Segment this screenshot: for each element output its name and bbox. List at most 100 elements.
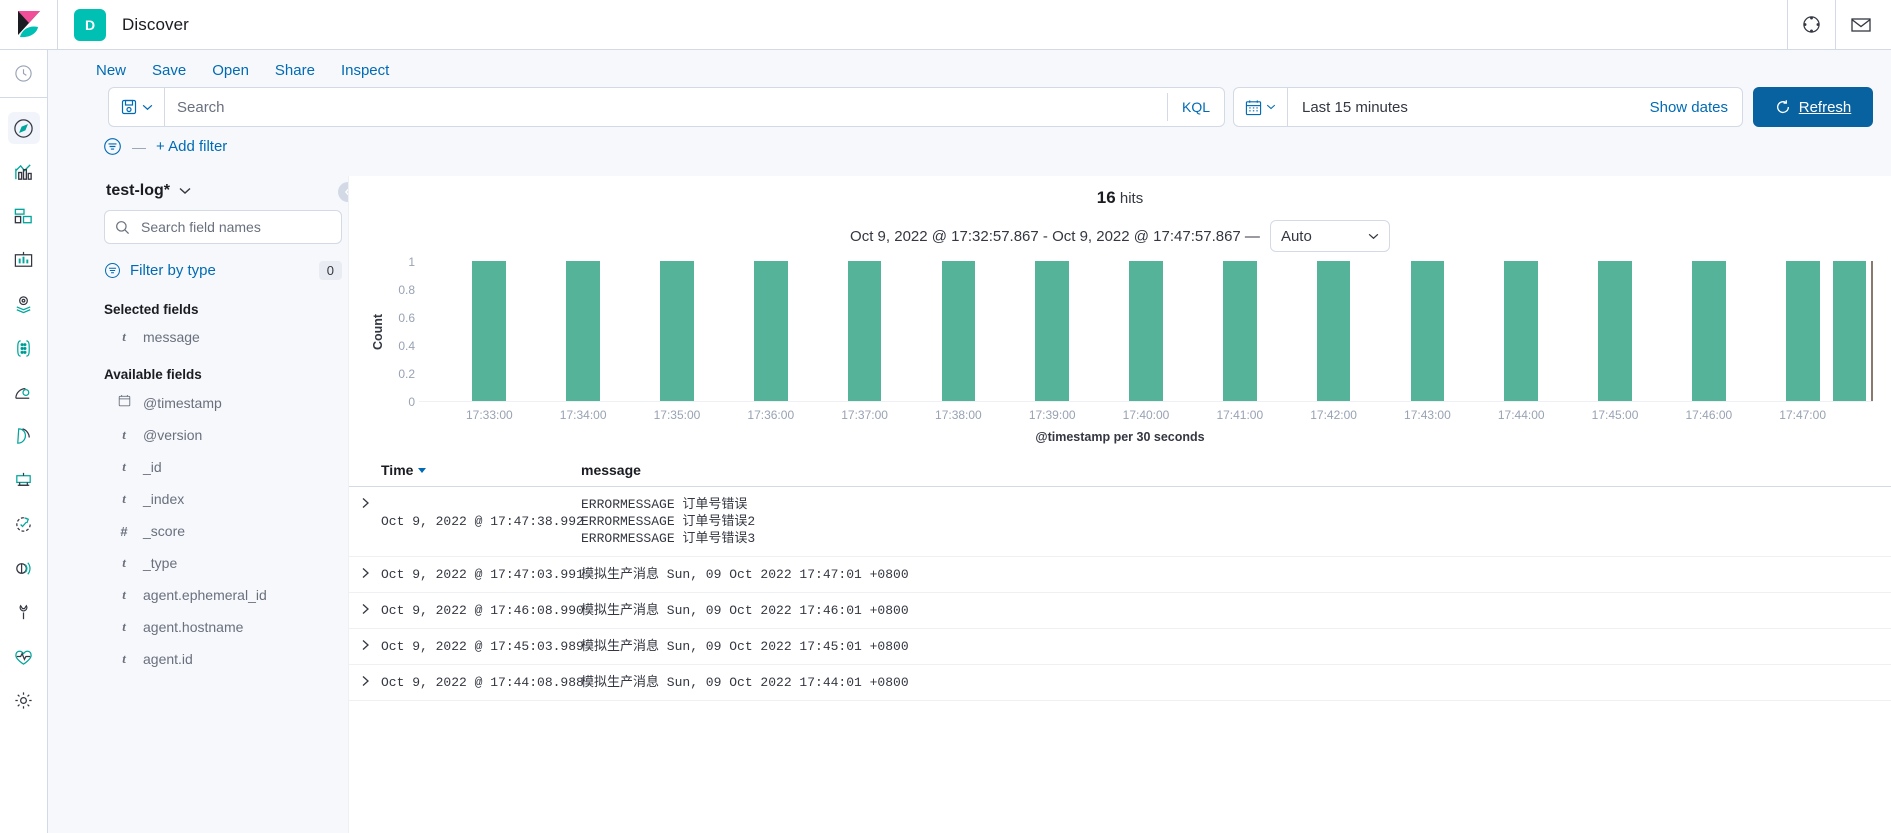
discover-histogram[interactable]: Count 0 0.2 0.4 0.6 0.8 1 17:33:00 17:34:00 17:… bbox=[349, 252, 1891, 444]
histogram-bar[interactable] bbox=[566, 261, 601, 401]
sidebar-item-maps[interactable] bbox=[8, 288, 40, 320]
field-item-version[interactable]: t @version bbox=[64, 419, 336, 451]
field-item-timestamp[interactable]: @timestamp bbox=[64, 386, 336, 419]
field-item-agent-id[interactable]: t agent.id bbox=[64, 643, 336, 675]
field-item-message[interactable]: t message bbox=[64, 321, 336, 353]
filter-by-type-button[interactable]: Filter by type 0 bbox=[104, 252, 342, 288]
chevron-right-icon[interactable] bbox=[349, 566, 381, 583]
filter-type-count-badge: 0 bbox=[318, 260, 342, 280]
topnav-new[interactable]: New bbox=[96, 62, 126, 79]
histogram-bar[interactable] bbox=[1222, 261, 1257, 401]
collapse-sidebar-button[interactable] bbox=[338, 182, 348, 202]
filter-by-type-label: Filter by type bbox=[130, 261, 216, 279]
chevron-right-icon[interactable] bbox=[349, 638, 381, 655]
sidebar-item-dev-tools[interactable] bbox=[8, 596, 40, 628]
table-row[interactable]: Oct 9, 2022 @ 17:46:08.990 模拟生产消息 Sun, 09… bbox=[349, 593, 1891, 629]
histogram-bar[interactable] bbox=[1832, 261, 1867, 401]
message-line: 模拟生产消息 Sun, 09 Oct 2022 17:45:01 +0800 bbox=[581, 639, 909, 654]
sidebar-item-monitoring[interactable] bbox=[8, 640, 40, 672]
clock-icon[interactable] bbox=[0, 50, 48, 98]
app-badge: D bbox=[74, 8, 106, 41]
field-item-agent-ephemeral-id[interactable]: t agent.ephemeral_id bbox=[64, 579, 336, 611]
table-row[interactable]: Oct 9, 2022 @ 17:47:03.991 模拟生产消息 Sun, 09… bbox=[349, 557, 1891, 593]
sidebar-item-dashboard[interactable] bbox=[8, 200, 40, 232]
histogram-bar[interactable] bbox=[1504, 261, 1539, 401]
refresh-button[interactable]: Refresh bbox=[1753, 87, 1873, 127]
x-axis-tick: 17:44:00 bbox=[1497, 408, 1545, 422]
histogram-bar[interactable] bbox=[472, 261, 507, 401]
sidebar-item-management[interactable] bbox=[8, 684, 40, 716]
search-field-names-input[interactable] bbox=[139, 218, 331, 236]
query-language-button[interactable]: KQL bbox=[1166, 93, 1224, 121]
mail-icon[interactable] bbox=[1835, 0, 1891, 49]
chevron-right-icon[interactable] bbox=[349, 602, 381, 619]
table-row[interactable]: Oct 9, 2022 @ 17:45:03.989 模拟生产消息 Sun, 09… bbox=[349, 629, 1891, 665]
sidebar-item-uptime[interactable] bbox=[8, 508, 40, 540]
sidebar-item-siem[interactable] bbox=[8, 552, 40, 584]
field-search-wrap bbox=[104, 210, 342, 244]
chevron-right-icon[interactable] bbox=[349, 674, 381, 691]
message-line: 模拟生产消息 Sun, 09 Oct 2022 17:47:01 +0800 bbox=[581, 567, 909, 582]
chart-y-axis: 0 0.2 0.4 0.6 0.8 1 bbox=[389, 255, 419, 409]
x-axis-tick: 17:40:00 bbox=[1122, 408, 1170, 422]
topnav-inspect[interactable]: Inspect bbox=[341, 62, 389, 79]
documents-table: Time message Oct 9, 2022 @ 17:47:38.992 E… bbox=[349, 456, 1891, 833]
save-disk-icon bbox=[121, 99, 136, 115]
saved-query-button[interactable] bbox=[108, 87, 164, 127]
topnav-save[interactable]: Save bbox=[152, 62, 186, 79]
filter-dash: — bbox=[132, 138, 146, 155]
chart-plot-area[interactable] bbox=[419, 261, 1873, 402]
discover-main: test-log* Filter by bbox=[48, 168, 1891, 833]
show-dates-button[interactable]: Show dates bbox=[1650, 88, 1742, 126]
y-axis-tick: 0.8 bbox=[398, 283, 415, 297]
cell-time: Oct 9, 2022 @ 17:47:38.992 bbox=[381, 514, 584, 529]
time-picker-quick-menu-button[interactable] bbox=[1234, 88, 1288, 126]
sidebar-item-discover[interactable] bbox=[7, 112, 40, 144]
sidebar-item-visualize[interactable] bbox=[8, 156, 40, 188]
field-item-score[interactable]: # _score bbox=[64, 515, 336, 547]
field-label: @timestamp bbox=[143, 394, 222, 411]
histogram-bar[interactable] bbox=[753, 261, 788, 401]
chevron-right-icon[interactable] bbox=[349, 496, 381, 547]
x-axis-tick: 17:34:00 bbox=[559, 408, 607, 422]
column-header-time[interactable]: Time bbox=[381, 462, 581, 478]
add-filter-button[interactable]: + Add filter bbox=[156, 138, 227, 155]
index-pattern-switcher[interactable]: test-log* bbox=[64, 176, 336, 210]
time-range-label[interactable]: Last 15 minutes bbox=[1288, 88, 1650, 126]
histogram-bar[interactable] bbox=[847, 261, 882, 401]
sidebar-item-infrastructure[interactable] bbox=[8, 376, 40, 408]
topnav-share[interactable]: Share bbox=[275, 62, 315, 79]
histogram-bar[interactable] bbox=[941, 261, 976, 401]
histogram-bar[interactable] bbox=[1785, 261, 1820, 401]
histogram-bar[interactable] bbox=[1316, 261, 1351, 401]
field-item-type[interactable]: t _type bbox=[64, 547, 336, 579]
histogram-bar[interactable] bbox=[1410, 261, 1445, 401]
field-item-index[interactable]: t _index bbox=[64, 483, 336, 515]
cell-message: 模拟生产消息 Sun, 09 Oct 2022 17:46:01 +0800 bbox=[581, 602, 1891, 619]
caret-down-icon[interactable] bbox=[418, 467, 427, 473]
table-row[interactable]: Oct 9, 2022 @ 17:44:08.988 模拟生产消息 Sun, 09… bbox=[349, 665, 1891, 701]
topnav-open[interactable]: Open bbox=[212, 62, 249, 79]
time-picker: Last 15 minutes Show dates bbox=[1233, 87, 1743, 127]
field-item-agent-hostname[interactable]: t agent.hostname bbox=[64, 611, 336, 643]
column-header-message[interactable]: message bbox=[581, 462, 1891, 478]
histogram-bar[interactable] bbox=[1035, 261, 1070, 401]
histogram-bar[interactable] bbox=[1598, 261, 1632, 401]
kibana-logo[interactable] bbox=[0, 0, 57, 49]
sidebar-item-machine-learning[interactable] bbox=[8, 332, 40, 364]
histogram-bar[interactable] bbox=[1691, 261, 1726, 401]
search-input[interactable] bbox=[165, 88, 1167, 126]
sidebar-item-apm[interactable] bbox=[8, 464, 40, 496]
sidebar-item-canvas[interactable] bbox=[8, 244, 40, 276]
field-item-id[interactable]: t _id bbox=[64, 451, 336, 483]
primary-nav-rail bbox=[0, 50, 48, 833]
histogram-bar[interactable] bbox=[660, 261, 694, 401]
help-circle-icon[interactable] bbox=[1787, 0, 1835, 49]
discover-app: D Discover New Save Open Share Inspect S… bbox=[0, 0, 1891, 833]
histogram-bar[interactable] bbox=[1129, 261, 1163, 401]
sidebar-item-logs[interactable] bbox=[8, 420, 40, 452]
table-row[interactable]: Oct 9, 2022 @ 17:47:38.992 ERRORMESSAGE 订… bbox=[349, 487, 1891, 557]
filter-icon[interactable] bbox=[103, 137, 122, 156]
interval-select[interactable]: Auto bbox=[1269, 220, 1390, 252]
chevron-down-icon bbox=[1368, 233, 1379, 239]
